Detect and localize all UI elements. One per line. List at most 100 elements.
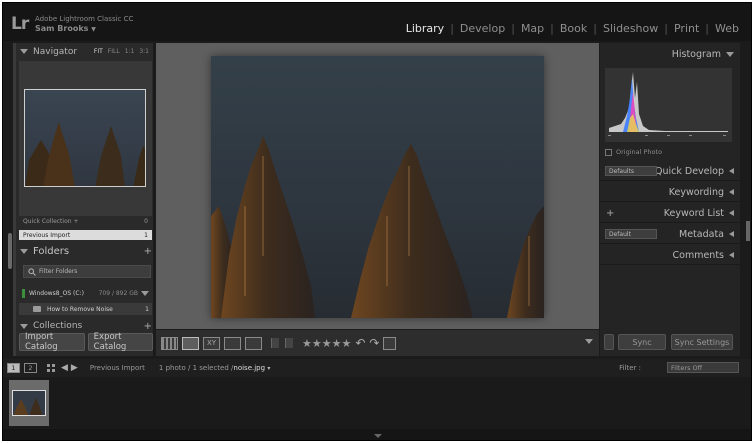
add-folder-icon[interactable]: + (144, 246, 152, 257)
module-develop[interactable]: Develop (454, 22, 511, 35)
loupe-view-icon[interactable] (182, 336, 199, 350)
zoom-fit[interactable]: FIT (94, 48, 103, 55)
comments-title: Comments (672, 249, 725, 261)
filename-dropdown-icon[interactable]: ▾ (267, 365, 270, 372)
forward-arrow-icon[interactable]: ▶ (71, 363, 78, 373)
main-window-button[interactable]: 1 (7, 363, 20, 373)
crop-overlay-icon[interactable] (383, 336, 397, 350)
histogram-chart (608, 72, 728, 136)
rotate-left-icon[interactable]: ↶ (355, 336, 365, 350)
user-dropdown-icon[interactable]: ▼ (91, 26, 96, 33)
drive-status-indicator (22, 288, 25, 298)
module-library[interactable]: Library (400, 22, 450, 35)
right-panel-scrollbar[interactable] (746, 221, 750, 241)
filmstrip-cell[interactable] (9, 380, 49, 426)
sync-settings-button[interactable]: Sync Settings (671, 334, 733, 350)
navigator-preview-area[interactable] (19, 61, 152, 216)
previous-import-label: Previous Import (23, 231, 71, 239)
thumbnail-image (13, 391, 45, 415)
original-photo-toggle[interactable]: Original Photo (605, 148, 662, 156)
grid-view-icon[interactable] (161, 336, 178, 350)
comments-header[interactable]: Comments (600, 246, 740, 265)
folder-count: 1 (145, 305, 149, 313)
star-rating[interactable]: ★★★★★ (302, 337, 351, 350)
filmstrip-edge (3, 429, 751, 440)
filter-select-value: Filters Off (671, 363, 703, 372)
catalog-previous-import[interactable]: Previous Import 1 (19, 230, 152, 240)
filter-label: Filter : (619, 364, 641, 372)
navigator-header[interactable]: Navigator FIT FILL 1:1 3:1 (16, 43, 153, 60)
flag-pick-icon[interactable] (271, 338, 279, 348)
filmstrip (3, 377, 751, 429)
identity-plate: Lr Adobe Lightroom Classic CC Sam Brooks… (3, 3, 751, 41)
right-panel: Histogram Original Photo Quick Develop D… (600, 43, 740, 356)
zoom-3-1[interactable]: 3:1 (139, 48, 149, 55)
user-name[interactable]: Sam Brooks ▼ (35, 24, 96, 33)
histogram-graph[interactable] (605, 68, 732, 142)
filmstrip-thumbnail[interactable] (12, 390, 46, 416)
module-map[interactable]: Map (515, 22, 550, 35)
drive-expand-icon[interactable] (141, 290, 149, 296)
collapse-triangle-icon[interactable] (726, 52, 734, 57)
add-keyword-icon[interactable]: + (606, 208, 614, 219)
navigator-thumbnail[interactable] (24, 89, 146, 187)
left-panel-scrollbar[interactable] (8, 233, 12, 269)
second-window-button[interactable]: 2 (24, 363, 37, 373)
zoom-fill[interactable]: FILL (108, 48, 120, 55)
filter-select[interactable]: Filters Off (667, 362, 739, 373)
export-catalog-button[interactable]: Export Catalog (87, 332, 153, 352)
module-slideshow[interactable]: Slideshow (597, 22, 664, 35)
rotate-right-icon[interactable]: ↷ (369, 336, 379, 350)
folders-title: Folders (33, 245, 70, 257)
expand-triangle-icon[interactable] (729, 189, 734, 195)
auto-sync-switch[interactable] (604, 334, 614, 350)
filter-folders-field[interactable]: Filter Folders (23, 265, 151, 278)
module-web[interactable]: Web (709, 22, 745, 35)
back-arrow-icon[interactable]: ◀ (61, 363, 68, 373)
drive-row[interactable]: Windows8_OS (C:) 709 / 892 GB (19, 287, 152, 299)
collapse-triangle-icon[interactable] (20, 248, 28, 254)
people-view-icon[interactable] (245, 336, 262, 350)
lightroom-window: Lr Adobe Lightroom Classic CC Sam Brooks… (2, 2, 752, 441)
toolbar-options-dropdown-icon[interactable] (585, 339, 593, 344)
keyword-list-header[interactable]: + Keyword List (600, 204, 740, 223)
loupe-view[interactable] (156, 43, 599, 329)
add-collection-icon[interactable]: + (144, 321, 152, 332)
module-book[interactable]: Book (554, 22, 593, 35)
survey-view-icon[interactable] (224, 336, 241, 350)
sync-button[interactable]: Sync (618, 334, 666, 350)
zoom-1-1[interactable]: 1:1 (125, 48, 135, 55)
filmstrip-toolbar: 1 2 ◀ ▶ Previous Import 1 photo / 1 sele… (3, 359, 751, 377)
library-toolbar: XY ★★★★★ ↶ ↷ (156, 330, 599, 356)
histogram-header[interactable]: Histogram (600, 45, 740, 64)
expand-triangle-icon[interactable] (729, 231, 734, 237)
filmstrip-source[interactable]: Previous Import (90, 364, 145, 372)
expand-triangle-icon[interactable] (729, 210, 734, 216)
module-print[interactable]: Print (668, 22, 705, 35)
grid-icon[interactable] (47, 364, 55, 372)
collections-header[interactable]: Collections + (16, 320, 156, 332)
import-catalog-button[interactable]: Import Catalog (19, 332, 85, 352)
filter-folders-placeholder: Filter Folders (39, 268, 78, 275)
selected-filename[interactable]: noise.jpg (233, 364, 265, 372)
navigator-zoom-options: FIT FILL 1:1 3:1 (94, 48, 149, 55)
metadata-preset-value: Default (609, 230, 631, 238)
quick-develop-preset-select[interactable]: Defaults (605, 166, 657, 176)
flag-reject-icon[interactable] (285, 338, 293, 348)
compare-view-icon[interactable]: XY (203, 336, 220, 350)
keyword-list-title: Keyword List (663, 207, 724, 219)
collapse-triangle-icon[interactable] (20, 49, 28, 54)
expand-triangle-icon[interactable] (729, 252, 734, 258)
app-title: Adobe Lightroom Classic CC (35, 15, 134, 23)
folders-header[interactable]: Folders + (16, 242, 156, 260)
original-photo-checkbox[interactable] (605, 148, 612, 156)
metadata-preset-select[interactable]: Default (605, 229, 657, 239)
quick-collection-label: Quick Collection + (23, 217, 79, 225)
main-photo[interactable] (211, 56, 544, 318)
collapse-triangle-icon[interactable] (20, 323, 28, 329)
expand-triangle-icon[interactable] (729, 168, 734, 174)
folder-item[interactable]: How to Remove Noise 1 (19, 303, 152, 315)
keywording-header[interactable]: Keywording (600, 183, 740, 202)
catalog-quick-collection[interactable]: Quick Collection + 0 (19, 217, 152, 225)
folder-label: How to Remove Noise (47, 305, 113, 313)
